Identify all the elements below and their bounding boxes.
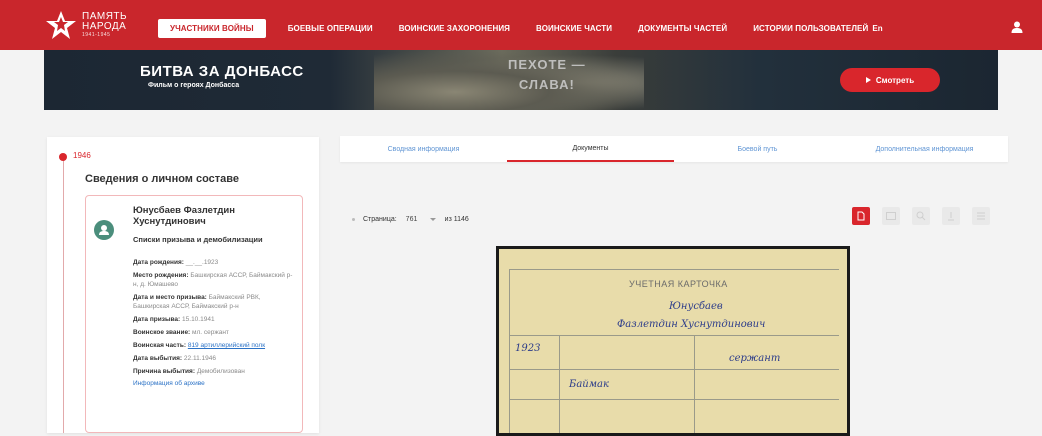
- form-line: [509, 269, 510, 433]
- field-label: Воинская часть:: [133, 342, 187, 349]
- field-value: мл. сержант: [192, 329, 229, 336]
- tab-combat-path[interactable]: Боевой путь: [674, 136, 841, 162]
- promo-banner[interactable]: БИТВА ЗА ДОНБАСС Фильм о героях Донбасса…: [44, 50, 998, 110]
- logo-text: ПАМЯТЬ НАРОДА 1941-1945: [82, 12, 127, 39]
- field-label: Дата призыва:: [133, 316, 181, 323]
- form-line: [694, 335, 695, 433]
- personnel-card: 1946 Сведения о личном составе Юнусбаев …: [47, 137, 319, 433]
- field-birth-place: Место рождения: Башкирская АССР, Баймакс…: [133, 271, 293, 289]
- form-line: [559, 335, 560, 433]
- handwriting-name: Фазлетдин Хуснутдинович: [617, 319, 766, 330]
- form-line: [509, 269, 839, 270]
- nav-item-user-stories[interactable]: Истории пользователей: [753, 24, 868, 33]
- banner-slogan: ПЕХОТЕ — СЛАВА!: [508, 55, 586, 95]
- logo-line-3: 1941-1945: [82, 32, 111, 38]
- image-view-button[interactable]: [882, 207, 900, 225]
- page-current: 761: [405, 215, 418, 223]
- nav-item-units[interactable]: Воинские части: [536, 24, 612, 33]
- page-navigator: Страница: 761 из 1146: [352, 212, 469, 226]
- nav-item-unit-documents[interactable]: Документы частей: [638, 24, 727, 33]
- page-select[interactable]: 761: [403, 212, 439, 226]
- pager-dot: [352, 217, 355, 221]
- field-label: Дата рождения:: [133, 259, 184, 266]
- timeline-year: 1946: [73, 151, 91, 160]
- document-heading: УЧЕТНАЯ КАРТОЧКА: [629, 279, 728, 289]
- banner-slogan-line-2: СЛАВА!: [518, 77, 575, 92]
- tab-documents[interactable]: Документы: [507, 136, 674, 162]
- field-value: 22.11.1946: [183, 355, 216, 362]
- banner-subtitle: Фильм о героях Донбасса: [148, 82, 240, 89]
- document-view-button[interactable]: [852, 207, 870, 225]
- document-icon: [857, 211, 865, 221]
- person-avatar: [94, 220, 114, 240]
- menu-icon: [977, 212, 985, 220]
- field-label: Причина выбытия:: [133, 368, 196, 375]
- field-leave-reason: Причина выбытия: Демобилизован: [133, 367, 293, 376]
- field-value: Демобилизован: [196, 368, 245, 375]
- tab-additional-info[interactable]: Дополнительная информация: [841, 136, 1008, 162]
- handwriting-year: 1923: [515, 343, 541, 354]
- field-conscription-place: Дата и место призыва: Баймакский РВК, Ба…: [133, 293, 293, 311]
- record-type: Списки призыва и демобилизации: [133, 235, 263, 244]
- archive-info-link[interactable]: Информация об архиве: [133, 380, 293, 387]
- person-record[interactable]: Юнусбаев Фазлетдин Хуснутдинович Списки …: [85, 195, 303, 433]
- field-rank: Воинское звание: мл. сержант: [133, 328, 293, 337]
- tab-summary[interactable]: Сводная информация: [340, 136, 507, 162]
- timeline-line: [63, 157, 64, 433]
- field-value: 15.10.1941: [182, 316, 215, 323]
- main-nav: Участники войны Боевые операции Воинские…: [158, 18, 883, 38]
- field-label: Дата выбытия:: [133, 355, 183, 362]
- watch-button-label: Смотреть: [875, 75, 915, 85]
- field-value: __.__.1923: [185, 259, 219, 266]
- section-title: Сведения о личном составе: [85, 173, 240, 185]
- field-leave-date: Дата выбытия: 22.11.1946: [133, 354, 293, 363]
- language-switch[interactable]: En: [872, 24, 882, 33]
- image-icon: [886, 212, 896, 220]
- top-navigation-bar: ПАМЯТЬ НАРОДА 1941-1945 Участники войны …: [0, 0, 1042, 50]
- zoom-button[interactable]: [912, 207, 930, 225]
- unit-link[interactable]: 819 артиллерийский полк: [188, 342, 265, 349]
- download-button[interactable]: [942, 207, 960, 225]
- viewer-toolbar: [852, 207, 990, 225]
- banner-slogan-line-1: ПЕХОТЕ —: [508, 57, 586, 72]
- play-icon: [865, 77, 871, 83]
- watch-button[interactable]: Смотреть: [840, 68, 940, 92]
- handwriting-surname: Юнусбаев: [669, 301, 723, 312]
- handwriting-place: Баймак: [569, 379, 609, 390]
- field-label: Место рождения:: [133, 272, 189, 279]
- field-conscription-date: Дата призыва: 15.10.1941: [133, 315, 293, 324]
- document-scan[interactable]: УЧЕТНАЯ КАРТОЧКА Юнусбаев Фазлетдин Хусн…: [496, 246, 850, 436]
- chevron-down-icon: [429, 217, 436, 221]
- nav-item-participants[interactable]: Участники войны: [158, 18, 266, 38]
- record-tabs: Сводная информация Документы Боевой путь…: [340, 136, 1008, 162]
- download-icon: [948, 212, 954, 221]
- person-avatar-icon: [99, 225, 109, 235]
- field-label: Воинское звание:: [133, 329, 191, 336]
- field-birth-date: Дата рождения: __.__.1923: [133, 258, 293, 267]
- document-paper: УЧЕТНАЯ КАРТОЧКА Юнусбаев Фазлетдин Хусн…: [499, 249, 847, 433]
- person-fields: Дата рождения: __.__.1923 Место рождения…: [133, 258, 293, 387]
- logo-line-2: НАРОДА: [82, 21, 127, 32]
- nav-item-burials[interactable]: Воинские захоронения: [399, 24, 510, 33]
- nav-item-operations[interactable]: Боевые операции: [288, 24, 373, 33]
- more-button[interactable]: [972, 207, 990, 225]
- field-unit: Воинская часть: 819 артиллерийский полк: [133, 341, 293, 350]
- handwriting-rank: сержант: [729, 353, 781, 364]
- pager-label: Страница:: [363, 215, 397, 223]
- logo[interactable]: ПАМЯТЬ НАРОДА 1941-1945: [44, 9, 144, 41]
- pager-total: из 1146: [444, 215, 469, 223]
- user-icon[interactable]: [1010, 20, 1024, 34]
- person-name[interactable]: Юнусбаев Фазлетдин Хуснутдинович: [133, 205, 283, 227]
- banner-title: БИТВА ЗА ДОНБАСС: [140, 63, 304, 80]
- timeline-dot: [59, 153, 67, 161]
- field-label: Дата и место призыва:: [133, 294, 207, 301]
- star-logo-icon: [46, 11, 76, 39]
- zoom-icon: [916, 211, 926, 221]
